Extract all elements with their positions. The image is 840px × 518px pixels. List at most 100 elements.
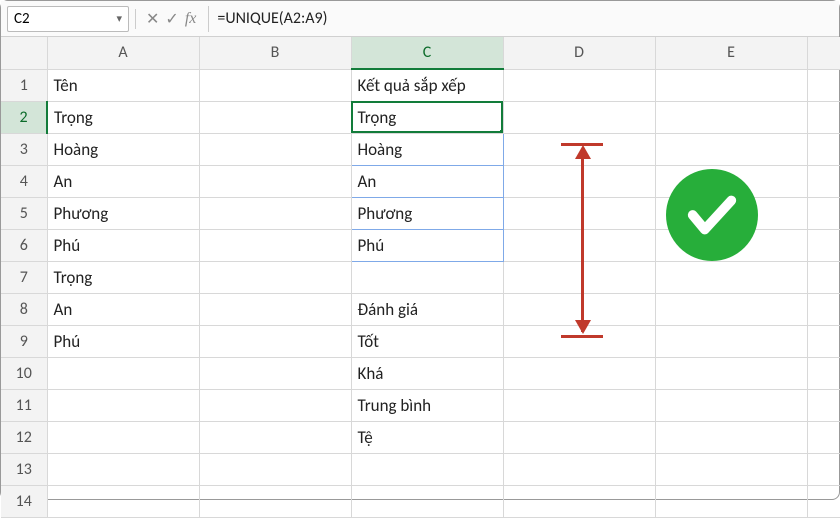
cell-F13[interactable] (807, 453, 840, 485)
row-header-6[interactable]: 6 (1, 229, 47, 261)
cell-F9[interactable] (807, 325, 840, 357)
cell-A3[interactable]: Hoàng (47, 133, 199, 165)
cell-D6[interactable] (503, 229, 655, 261)
select-all-corner[interactable] (1, 37, 47, 69)
cell-E14[interactable] (655, 485, 807, 517)
cell-F4[interactable] (807, 165, 840, 197)
cell-A2[interactable]: Trọng (47, 101, 199, 133)
cell-B11[interactable] (199, 389, 351, 421)
cell-B1[interactable] (199, 69, 351, 101)
name-box[interactable]: C2 ▾ (7, 6, 129, 32)
cell-B4[interactable] (199, 165, 351, 197)
cell-D4[interactable] (503, 165, 655, 197)
cell-C2[interactable]: Trọng (351, 101, 503, 133)
cell-B9[interactable] (199, 325, 351, 357)
row-header-4[interactable]: 4 (1, 165, 47, 197)
cell-E4[interactable] (655, 165, 807, 197)
row-header-8[interactable]: 8 (1, 293, 47, 325)
cell-D3[interactable] (503, 133, 655, 165)
cell-C9[interactable]: Tốt (351, 325, 503, 357)
cancel-icon[interactable]: ✕ (144, 9, 161, 29)
cell-D14[interactable] (503, 485, 655, 517)
cell-A7[interactable]: Trọng (47, 261, 199, 293)
cell-B6[interactable] (199, 229, 351, 261)
fx-icon[interactable]: fx (183, 10, 199, 28)
cell-B10[interactable] (199, 357, 351, 389)
cell-E12[interactable] (655, 421, 807, 453)
cell-E13[interactable] (655, 453, 807, 485)
cell-B2[interactable] (199, 101, 351, 133)
cell-C12[interactable]: Tệ (351, 421, 503, 453)
cell-C6[interactable]: Phú (351, 229, 503, 261)
cell-A11[interactable] (47, 389, 199, 421)
cell-F8[interactable] (807, 293, 840, 325)
row-header-2[interactable]: 2 (1, 101, 47, 133)
cell-A6[interactable]: Phú (47, 229, 199, 261)
row-header-10[interactable]: 10 (1, 357, 47, 389)
cell-C5[interactable]: Phương (351, 197, 503, 229)
cell-D5[interactable] (503, 197, 655, 229)
row-header-7[interactable]: 7 (1, 261, 47, 293)
cell-D1[interactable] (503, 69, 655, 101)
cell-B8[interactable] (199, 293, 351, 325)
cell-D13[interactable] (503, 453, 655, 485)
chevron-down-icon[interactable]: ▾ (116, 12, 122, 25)
cell-C11[interactable]: Trung bình (351, 389, 503, 421)
cell-E6[interactable] (655, 229, 807, 261)
cell-F10[interactable] (807, 357, 840, 389)
cell-F7[interactable] (807, 261, 840, 293)
cell-C3[interactable]: Hoàng (351, 133, 503, 165)
cell-A8[interactable]: An (47, 293, 199, 325)
enter-icon[interactable]: ✓ (163, 9, 180, 29)
row-header-9[interactable]: 9 (1, 325, 47, 357)
cell-C14[interactable] (351, 485, 503, 517)
cell-B13[interactable] (199, 453, 351, 485)
cell-B3[interactable] (199, 133, 351, 165)
col-header-C[interactable]: C (351, 37, 503, 69)
cell-A9[interactable]: Phú (47, 325, 199, 357)
cell-F3[interactable] (807, 133, 840, 165)
cell-E11[interactable] (655, 389, 807, 421)
cell-C8[interactable]: Đánh giá (351, 293, 503, 325)
cell-B5[interactable] (199, 197, 351, 229)
cell-F12[interactable] (807, 421, 840, 453)
cell-F1[interactable] (807, 69, 840, 101)
row-header-14[interactable]: 14 (1, 485, 47, 517)
cell-D7[interactable] (503, 261, 655, 293)
cell-D9[interactable] (503, 325, 655, 357)
cell-A10[interactable] (47, 357, 199, 389)
col-header-F[interactable]: F (807, 37, 840, 69)
row-header-1[interactable]: 1 (1, 69, 47, 101)
cell-D8[interactable] (503, 293, 655, 325)
col-header-A[interactable]: A (47, 37, 199, 69)
cell-C13[interactable] (351, 453, 503, 485)
cell-A14[interactable] (47, 485, 199, 517)
cell-A13[interactable] (47, 453, 199, 485)
cell-F2[interactable] (807, 101, 840, 133)
row-header-12[interactable]: 12 (1, 421, 47, 453)
cell-A5[interactable]: Phương (47, 197, 199, 229)
cell-C4[interactable]: An (351, 165, 503, 197)
cell-E8[interactable] (655, 293, 807, 325)
row-header-5[interactable]: 5 (1, 197, 47, 229)
cell-E5[interactable] (655, 197, 807, 229)
cell-C1[interactable]: Kết quả sắp xếp (351, 69, 503, 101)
cell-E9[interactable] (655, 325, 807, 357)
cell-E7[interactable] (655, 261, 807, 293)
cell-A1[interactable]: Tên (47, 69, 199, 101)
row-header-3[interactable]: 3 (1, 133, 47, 165)
cell-B7[interactable] (199, 261, 351, 293)
cell-D10[interactable] (503, 357, 655, 389)
cell-A12[interactable] (47, 421, 199, 453)
cell-D12[interactable] (503, 421, 655, 453)
cell-F6[interactable] (807, 229, 840, 261)
col-header-B[interactable]: B (199, 37, 351, 69)
cell-F5[interactable] (807, 197, 840, 229)
col-header-D[interactable]: D (503, 37, 655, 69)
cell-E1[interactable] (655, 69, 807, 101)
row-header-13[interactable]: 13 (1, 453, 47, 485)
cell-B12[interactable] (199, 421, 351, 453)
cell-E3[interactable] (655, 133, 807, 165)
cell-E2[interactable] (655, 101, 807, 133)
formula-bar[interactable]: =UNIQUE(A2:A9) (208, 6, 833, 32)
